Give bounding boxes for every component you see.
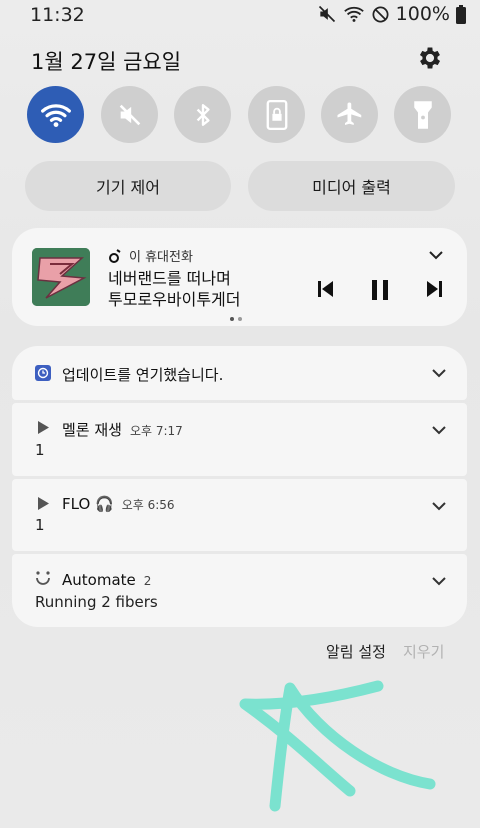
- chevron-down-icon: [429, 251, 443, 260]
- clock-app-icon: [35, 365, 51, 381]
- play-icon: [38, 421, 49, 434]
- screen-lock-toggle[interactable]: [248, 86, 305, 143]
- battery-percent: 100%: [395, 3, 450, 25]
- media-title: 네버랜드를 떠나며 투모로우바이투게더: [108, 268, 240, 310]
- chevron-down-icon[interactable]: [431, 500, 447, 512]
- media-source: 이 휴대전화: [129, 250, 193, 265]
- clear-all-button[interactable]: 지우기: [403, 641, 444, 662]
- notification-settings-button[interactable]: 알림 설정: [326, 641, 386, 662]
- chevron-down-icon[interactable]: [431, 367, 447, 379]
- notification-title: 업데이트를 연기했습니다.: [62, 366, 224, 384]
- notification-body: 1: [35, 516, 45, 534]
- automate-icon: [36, 571, 50, 585]
- device-control-button[interactable]: 기기 제어: [25, 161, 231, 211]
- skip-previous-icon: [318, 281, 333, 297]
- notification-body: 1: [35, 441, 45, 459]
- play-icon: [38, 497, 49, 510]
- media-title-line1: 네버랜드를 떠나며: [108, 269, 231, 288]
- notification-automate[interactable]: Automate 2 Running 2 fibers: [12, 554, 467, 627]
- notification-count: 2: [143, 574, 152, 588]
- wifi-status-icon: [343, 4, 365, 24]
- notification-flo[interactable]: FLO 🎧 오후 6:56 1: [12, 479, 467, 551]
- notification-body: Running 2 fibers: [35, 593, 158, 611]
- notification-title: 멜론 재생: [62, 421, 122, 439]
- page-dot-active: [230, 317, 234, 321]
- next-track-button[interactable]: [426, 280, 442, 302]
- album-art: [32, 248, 90, 306]
- gear-icon: [419, 47, 441, 69]
- media-page-indicator: [230, 317, 242, 321]
- pause-button[interactable]: [371, 280, 389, 304]
- status-icons: 100%: [317, 3, 466, 25]
- pause-icon: [372, 280, 388, 300]
- sound-toggle[interactable]: [101, 86, 158, 143]
- media-player-card[interactable]: 이 휴대전화 네버랜드를 떠나며 투모로우바이투게더: [12, 228, 467, 326]
- media-artist: 투모로우바이투게더: [108, 290, 241, 309]
- status-time: 11:32: [30, 4, 85, 26]
- airplane-icon: [337, 102, 361, 125]
- airplane-mode-toggle[interactable]: [321, 86, 378, 143]
- date-label: 1월 27일 금요일: [31, 50, 182, 74]
- screen-lock-icon: [266, 99, 287, 130]
- previous-track-button[interactable]: [318, 280, 334, 302]
- skip-next-icon: [427, 281, 442, 297]
- notification-time: 오후 7:17: [129, 424, 183, 438]
- bluetooth-toggle[interactable]: [174, 86, 231, 143]
- do-not-disturb-icon: [371, 5, 390, 24]
- notification-title: Automate: [62, 571, 136, 589]
- flashlight-toggle[interactable]: [394, 86, 451, 143]
- notification-title: FLO 🎧: [62, 495, 114, 513]
- page-dot: [238, 317, 242, 321]
- battery-icon: [456, 4, 466, 24]
- wallpaper-scribble: [239, 680, 436, 812]
- music-note-icon: [109, 248, 121, 263]
- settings-button[interactable]: [416, 44, 444, 72]
- mute-icon: [119, 104, 140, 125]
- wifi-icon: [40, 103, 71, 127]
- chevron-down-icon[interactable]: [431, 424, 447, 436]
- mute-status-icon: [317, 4, 337, 24]
- flashlight-icon: [413, 100, 432, 129]
- notification-time: 오후 6:56: [121, 498, 175, 512]
- bluetooth-icon: [196, 103, 210, 126]
- notification-update-deferred[interactable]: 업데이트를 연기했습니다.: [12, 346, 467, 400]
- chevron-down-icon[interactable]: [431, 575, 447, 587]
- media-expand-button[interactable]: [428, 246, 444, 265]
- notification-melon[interactable]: 멜론 재생 오후 7:17 1: [12, 403, 467, 476]
- media-output-button[interactable]: 미디어 출력: [248, 161, 455, 211]
- wifi-toggle[interactable]: [27, 86, 84, 143]
